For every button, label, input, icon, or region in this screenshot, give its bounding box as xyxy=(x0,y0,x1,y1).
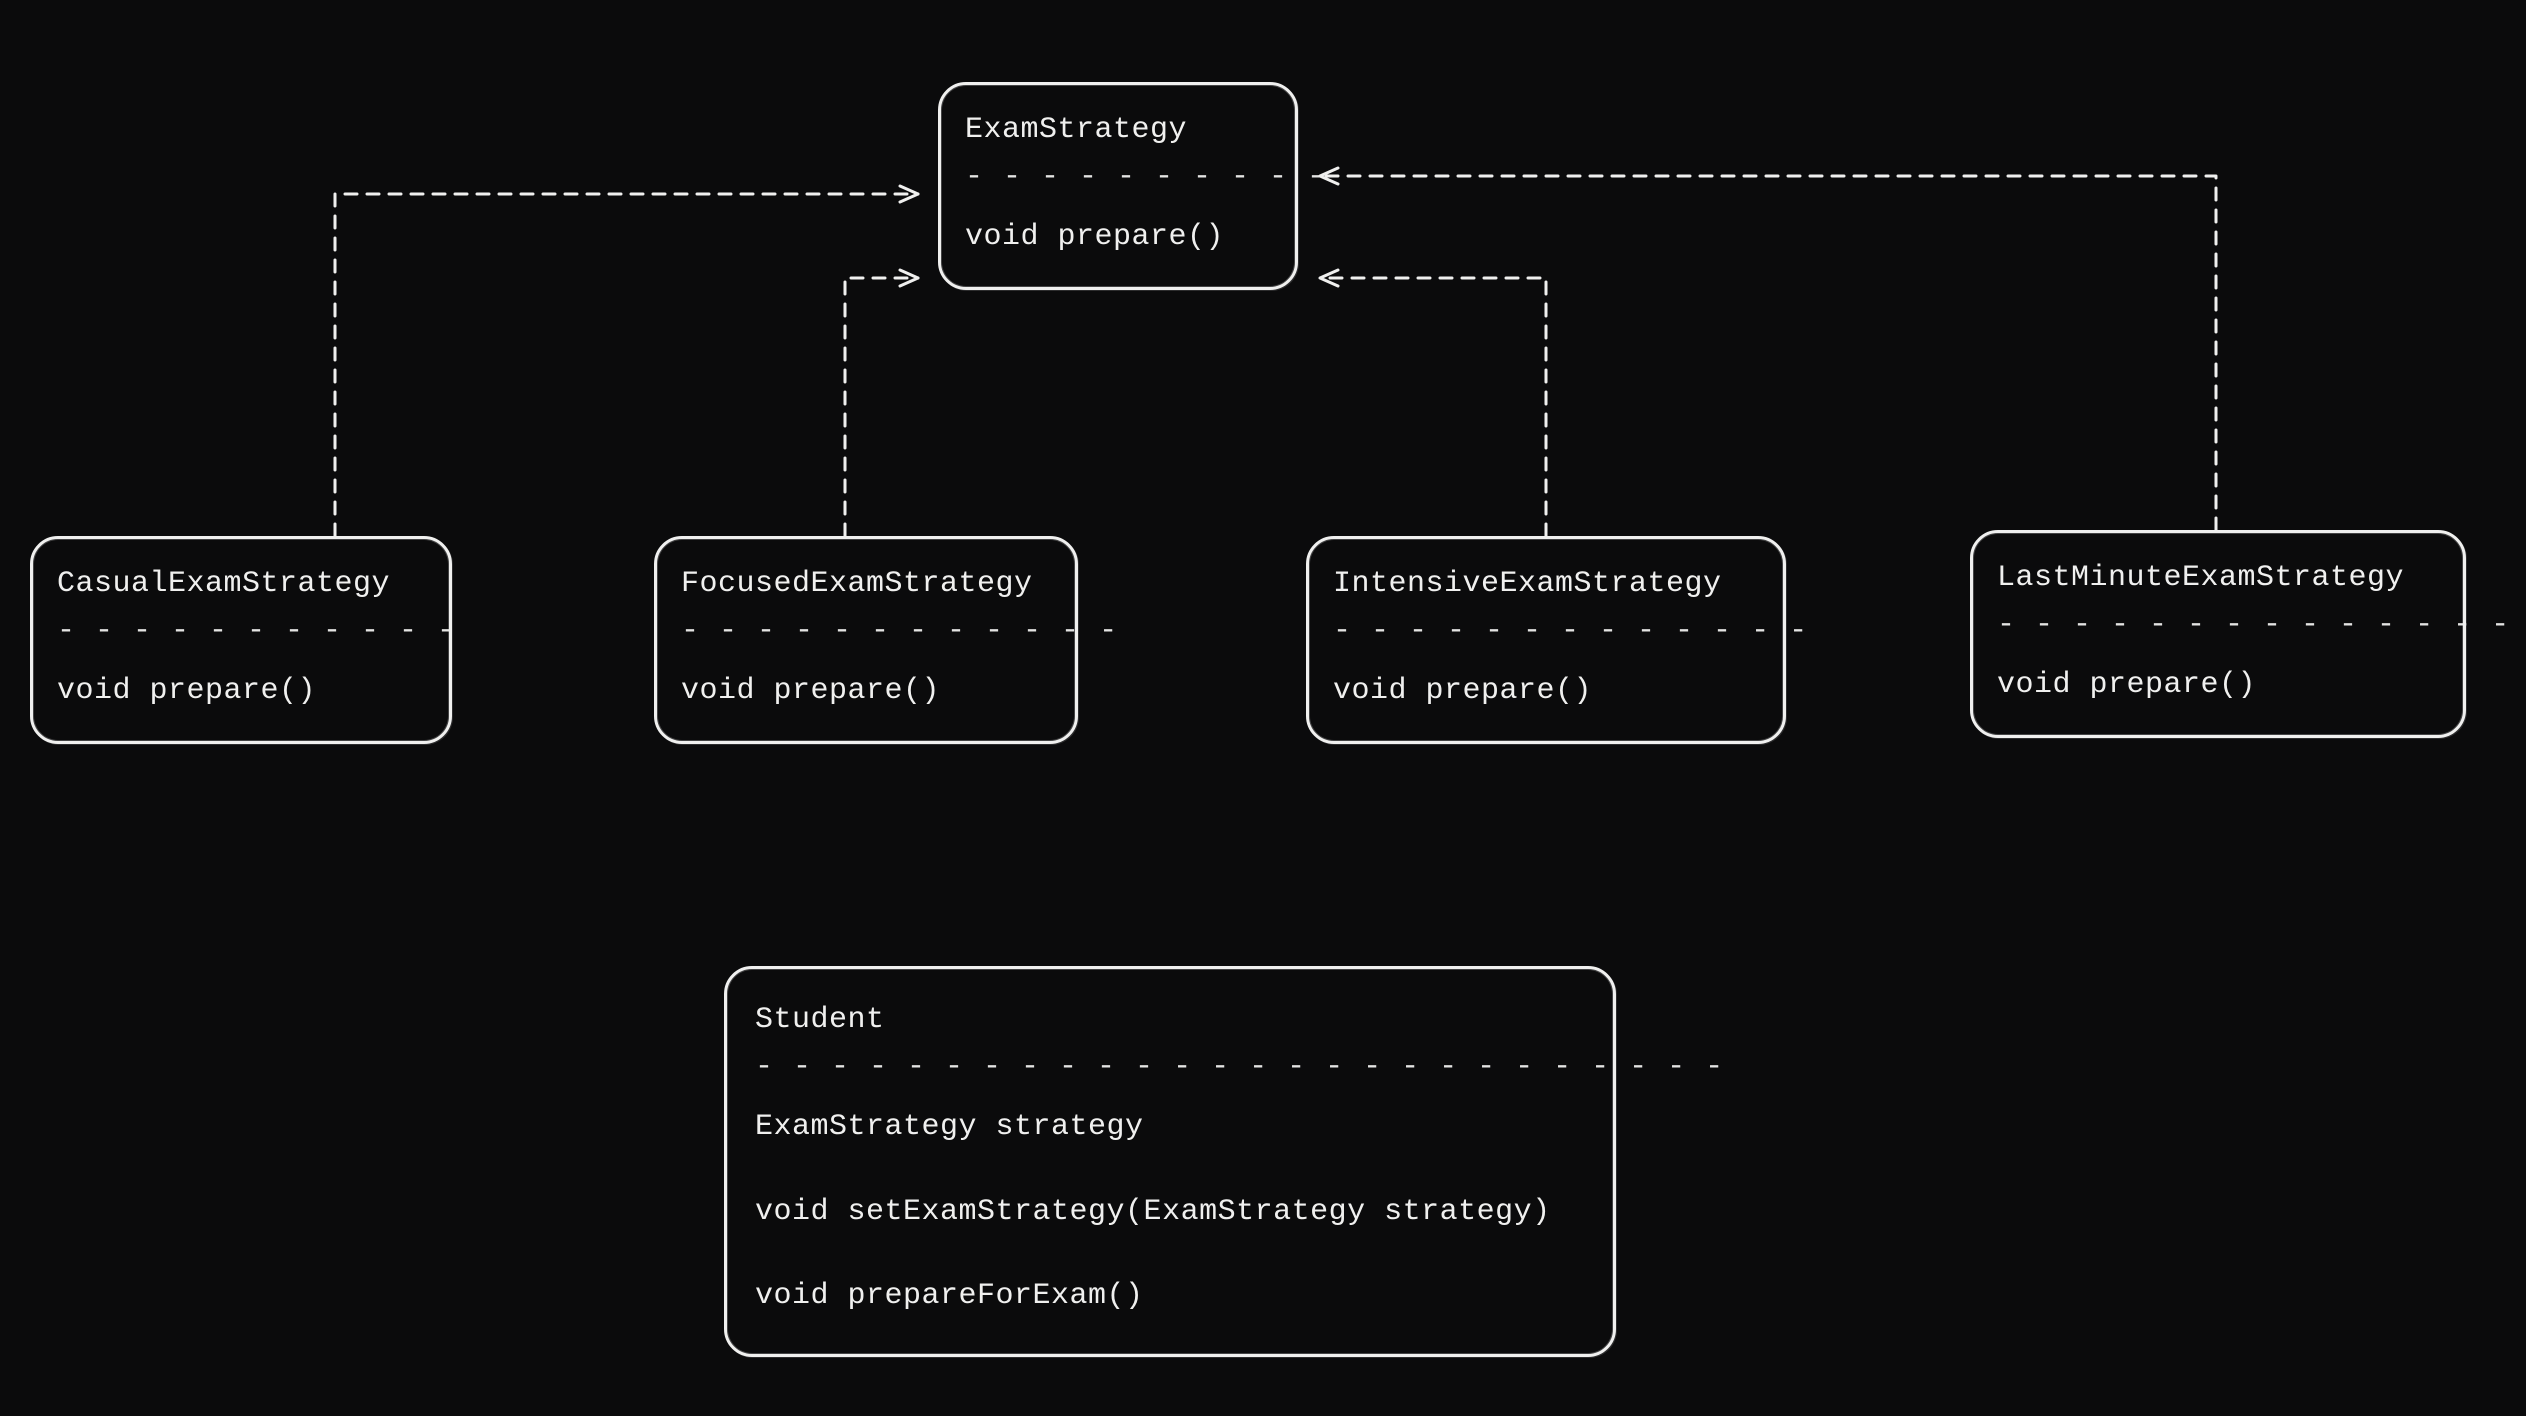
class-last-minute-exam-strategy: LastMinuteExamStrategy - - - - - - - - -… xyxy=(1970,530,2466,738)
class-exam-strategy: ExamStrategy - - - - - - - - - - void pr… xyxy=(938,82,1298,290)
connector-focused-to-interface xyxy=(845,278,918,536)
class-method: void prepare() xyxy=(965,214,1271,261)
divider: - - - - - - - - - - - - xyxy=(681,608,1051,655)
divider: - - - - - - - - - - xyxy=(965,154,1271,201)
class-name: IntensiveExamStrategy xyxy=(1333,561,1759,608)
class-method: void setExamStrategy(ExamStrategy strate… xyxy=(755,1189,1585,1236)
class-student: Student - - - - - - - - - - - - - - - - … xyxy=(724,966,1616,1357)
connector-lastminute-to-interface xyxy=(1320,176,2216,530)
connector-casual-to-interface xyxy=(335,194,918,536)
class-method: void prepareForExam() xyxy=(755,1273,1585,1320)
class-method: void prepare() xyxy=(681,668,1051,715)
divider: - - - - - - - - - - - - - - - - - - - - … xyxy=(755,1044,1585,1091)
class-field: ExamStrategy strategy xyxy=(755,1104,1585,1151)
class-method: void prepare() xyxy=(1333,668,1759,715)
class-method: void prepare() xyxy=(1997,662,2439,709)
class-name: LastMinuteExamStrategy xyxy=(1997,555,2439,602)
divider: - - - - - - - - - - - xyxy=(57,608,425,655)
connector-intensive-to-interface xyxy=(1320,278,1546,536)
class-focused-exam-strategy: FocusedExamStrategy - - - - - - - - - - … xyxy=(654,536,1078,744)
class-name: ExamStrategy xyxy=(965,107,1271,154)
divider: - - - - - - - - - - - - - xyxy=(1333,608,1759,655)
class-name: FocusedExamStrategy xyxy=(681,561,1051,608)
class-method: void prepare() xyxy=(57,668,425,715)
class-intensive-exam-strategy: IntensiveExamStrategy - - - - - - - - - … xyxy=(1306,536,1786,744)
divider: - - - - - - - - - - - - - - xyxy=(1997,602,2439,649)
class-name: Student xyxy=(755,997,1585,1044)
class-casual-exam-strategy: CasualExamStrategy - - - - - - - - - - -… xyxy=(30,536,452,744)
class-name: CasualExamStrategy xyxy=(57,561,425,608)
